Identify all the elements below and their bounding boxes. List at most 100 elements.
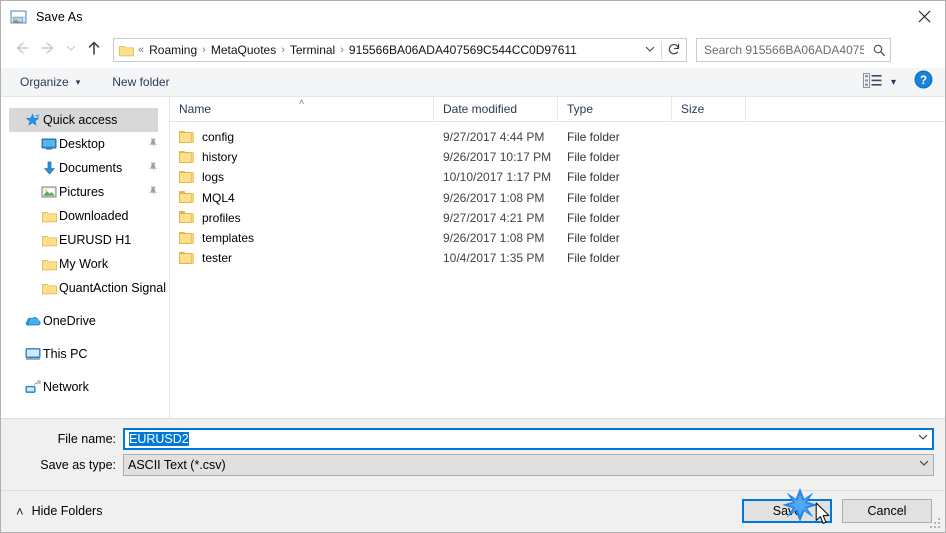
navigation-bar: « Roaming › MetaQuotes › Terminal › 9155…: [1, 32, 945, 68]
folder-icon: [179, 191, 194, 204]
folder-icon: [179, 170, 194, 184]
breadcrumb-item-instance[interactable]: 915566BA06ADA407569C544CC0D97611: [345, 39, 581, 61]
table-row[interactable]: logs 10/10/2017 1:17 PM File folder: [170, 167, 945, 187]
help-icon: ?: [914, 70, 933, 94]
save-form: File name: EURUSD2 Save as type: ASCII T…: [1, 418, 945, 490]
close-button[interactable]: [901, 1, 945, 32]
column-header-date-modified[interactable]: Date modified: [434, 97, 558, 122]
table-row[interactable]: profiles 9/27/2017 4:21 PM File folder: [170, 208, 945, 228]
save-as-icon: [10, 9, 27, 25]
back-button[interactable]: [9, 37, 35, 63]
folder-icon: [179, 231, 194, 245]
file-name: config: [202, 130, 235, 145]
sidebar-item-downloaded[interactable]: Downloaded: [1, 204, 169, 228]
sidebar-item-label: Downloaded: [59, 209, 129, 223]
breadcrumb-item-metaquotes[interactable]: MetaQuotes: [207, 39, 280, 61]
cell-date-modified: 10/4/2017 1:35 PM: [443, 251, 545, 266]
command-bar: Organize ▾ New folder ▾ ?: [1, 68, 945, 97]
table-row[interactable]: config 9/27/2017 4:44 PM File folder: [170, 127, 945, 147]
sidebar-item-label: OneDrive: [43, 314, 96, 328]
pin-icon[interactable]: [148, 138, 158, 152]
svg-text:?: ?: [920, 75, 927, 87]
sidebar-item-documents[interactable]: Documents: [1, 156, 169, 180]
save-button[interactable]: Save: [742, 499, 832, 523]
cell-name: history: [170, 150, 434, 164]
table-row[interactable]: history 9/26/2017 10:17 PM File folder: [170, 147, 945, 167]
recent-locations-button[interactable]: [61, 37, 81, 63]
view-layout-icon: [862, 73, 882, 91]
file-name-row: File name: EURUSD2: [1, 428, 945, 450]
search-input[interactable]: [697, 43, 868, 57]
sidebar-item-network[interactable]: Network: [1, 375, 169, 399]
close-icon: [918, 10, 931, 23]
arrow-up-icon: [85, 40, 103, 61]
pin-icon[interactable]: [148, 162, 158, 176]
cell-date-modified: 9/26/2017 10:17 PM: [443, 150, 552, 165]
chevron-down-icon: [917, 430, 929, 448]
breadcrumb-item-roaming[interactable]: Roaming: [145, 39, 201, 61]
cell-name: tester: [170, 251, 434, 265]
this-pc-icon: [23, 347, 43, 361]
refresh-button[interactable]: [662, 39, 686, 61]
cancel-button[interactable]: Cancel: [842, 499, 932, 523]
chevron-down-icon: [644, 43, 656, 58]
save-as-type-row: Save as type: ASCII Text (*.csv): [1, 454, 945, 476]
file-name-field[interactable]: EURUSD2: [123, 428, 934, 450]
search-box[interactable]: [696, 38, 891, 62]
sidebar-item-label: This PC: [43, 347, 88, 361]
table-row[interactable]: tester 10/4/2017 1:35 PM File folder: [170, 248, 945, 268]
folder-icon: [179, 150, 194, 164]
column-header-size[interactable]: Size: [672, 97, 746, 122]
table-row[interactable]: templates 9/26/2017 1:08 PM File folder: [170, 228, 945, 248]
up-button[interactable]: [81, 37, 107, 63]
sidebar-item-this-pc[interactable]: This PC: [1, 342, 169, 366]
cell-type: File folder: [567, 130, 620, 145]
sidebar-item-onedrive[interactable]: OneDrive: [1, 309, 169, 333]
save-as-type-select[interactable]: ASCII Text (*.csv): [123, 454, 934, 476]
sidebar-item-quantaction-signal[interactable]: QuantAction Signal: [1, 276, 169, 300]
hide-folders-button[interactable]: ˄ Hide Folders: [16, 504, 102, 518]
file-name-value-wrap: EURUSD2: [125, 432, 913, 446]
refresh-icon: [667, 42, 681, 59]
sidebar-item-my-work[interactable]: My Work: [1, 252, 169, 276]
column-header-name[interactable]: Name ˄: [170, 97, 434, 122]
file-name-label: File name:: [57, 432, 116, 446]
sidebar-item-desktop[interactable]: Desktop: [1, 132, 169, 156]
help-button[interactable]: ?: [914, 70, 933, 94]
cell-type: File folder: [567, 210, 620, 225]
window-title: Save As: [36, 9, 83, 24]
new-folder-label: New folder: [112, 75, 170, 89]
folder-icon: [39, 234, 59, 247]
new-folder-button[interactable]: New folder: [103, 71, 178, 93]
sidebar-item-eurusd-h1[interactable]: EURUSD H1: [1, 228, 169, 252]
file-name: templates: [202, 231, 255, 246]
file-name: MQL4: [202, 190, 235, 205]
sidebar-item-quick-access[interactable]: Quick access: [9, 108, 158, 132]
chevron-up-icon: ˄: [16, 503, 24, 519]
address-bar[interactable]: « Roaming › MetaQuotes › Terminal › 9155…: [113, 38, 687, 62]
column-header-row: Name ˄ Date modified Type Size: [170, 97, 945, 122]
organize-button[interactable]: Organize ▾: [11, 71, 89, 93]
folder-icon: [119, 44, 134, 57]
table-row[interactable]: MQL4 9/26/2017 1:08 PM File folder: [170, 188, 945, 208]
file-name-dropdown-button[interactable]: [913, 430, 932, 448]
save-as-type-dropdown-button[interactable]: [914, 455, 933, 475]
change-view-button[interactable]: ▾: [854, 71, 900, 93]
sidebar-item-pictures[interactable]: Pictures: [1, 180, 169, 204]
arrow-left-icon: [13, 40, 31, 61]
cell-name: config: [170, 130, 434, 144]
save-as-type-value: ASCII Text (*.csv): [128, 458, 226, 472]
desktop-icon: [39, 137, 59, 151]
forward-button[interactable]: [35, 37, 61, 63]
organize-label: Organize: [20, 75, 69, 89]
resize-grip-icon[interactable]: [930, 518, 942, 530]
cell-date-modified: 9/26/2017 1:08 PM: [443, 190, 545, 205]
sidebar-item-label: Desktop: [59, 137, 105, 151]
pin-icon[interactable]: [148, 186, 158, 200]
file-name: logs: [202, 170, 225, 185]
address-dropdown-button[interactable]: [639, 39, 661, 61]
breadcrumb-item-terminal[interactable]: Terminal: [286, 39, 339, 61]
column-header-type[interactable]: Type: [558, 97, 672, 122]
